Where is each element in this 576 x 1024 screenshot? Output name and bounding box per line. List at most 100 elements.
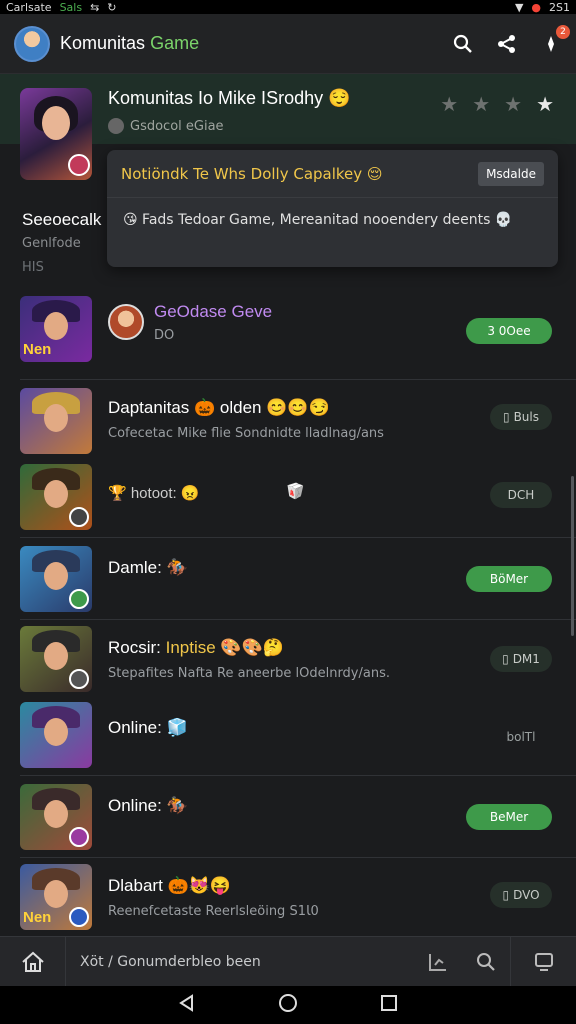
section-subtitle: Genlfode <box>22 236 81 251</box>
plus-icon <box>108 118 124 134</box>
row-title-main: GeOdase <box>154 302 227 321</box>
row-action-button[interactable]: DCH <box>490 482 552 508</box>
list-item[interactable]: Nen Dlabart 🎃😻😝 Reenefcetaste Reerlsleöi… <box>0 860 576 936</box>
sync-icon: ↻ <box>107 0 117 14</box>
row-action-label: DVO <box>513 888 540 902</box>
row-title: Daptanitas 🎃 olden 😊😊😏 <box>108 398 330 418</box>
row-title: Damle: 🏇 <box>108 558 188 577</box>
featured-subtitle: Gsdocol eGiae <box>108 118 224 134</box>
row-title: Online: 🏇 <box>108 796 188 815</box>
row-title-main: Rocsir: <box>108 638 166 657</box>
search-icon[interactable] <box>452 33 474 55</box>
featured-title: Komunitas Io Mike ISrodhy 😌 <box>108 88 351 108</box>
row-title: Dlabart 🎃😻😝 <box>108 876 232 895</box>
star-icon[interactable]: ★ <box>536 92 554 116</box>
system-nav-bar <box>0 986 576 1024</box>
composer-input[interactable]: Xöt / Gonumderbleo been <box>66 954 414 970</box>
game-thumbnail[interactable] <box>20 702 92 768</box>
clock-label: 2S1 <box>549 0 570 14</box>
page-title: Komunitas Game <box>60 33 199 54</box>
featured-game-art[interactable] <box>20 88 92 180</box>
carrier-label: Carlsate <box>6 0 52 14</box>
popup-title: Notiöndk Te Whs Dolly Capalkey 😌 <box>121 164 383 183</box>
list-item[interactable]: Online: 🧊 bolTl <box>0 698 576 774</box>
divider <box>20 537 576 538</box>
cast-icon[interactable] <box>510 936 576 987</box>
featured-subtitle-text: Gsdocol eGiae <box>130 118 224 134</box>
user-avatar[interactable] <box>108 304 144 340</box>
row-action-button[interactable]: ▯ DVO <box>490 882 552 908</box>
divider <box>20 379 576 380</box>
game-thumbnail[interactable]: Nen <box>20 296 92 362</box>
list-item[interactable]: Rocsir: Inptise 🎨🎨🤔 Stepafites Nafta Re … <box>0 622 576 698</box>
stats-icon[interactable] <box>414 937 462 987</box>
share-icon[interactable] <box>496 33 518 55</box>
wifi-icon: ⇆ <box>90 0 100 14</box>
row-title-suffix: Inptise 🎨🎨🤔 <box>165 638 284 657</box>
phone-icon: ▯ <box>502 888 510 902</box>
app-label: Sals <box>59 0 83 14</box>
bottom-bar: Xöt / Gonumderbleo been <box>0 936 576 987</box>
row-title: Rocsir: Inptise 🎨🎨🤔 <box>108 638 284 658</box>
star-icon[interactable]: ★ <box>440 92 458 116</box>
game-thumbnail[interactable]: Nen <box>20 864 92 930</box>
notification-popup[interactable]: Notiöndk Te Whs Dolly Capalkey 😌 Msdalde… <box>107 150 558 267</box>
phone-icon: ▯ <box>502 410 510 424</box>
row-title: GeOdase Geve <box>154 302 272 322</box>
game-thumbnail[interactable] <box>20 626 92 692</box>
divider <box>20 619 576 620</box>
star-icon[interactable]: ★ <box>504 92 522 116</box>
game-tag: Nen <box>23 341 52 358</box>
list-item[interactable]: Nen GeOdase Geve DO 3 0Oee <box>0 290 576 380</box>
avatar[interactable] <box>14 25 50 62</box>
row-action-button[interactable]: ▯ Buls <box>490 404 552 430</box>
recents-icon[interactable] <box>380 994 398 1016</box>
game-thumbnail[interactable] <box>20 388 92 454</box>
row-subtitle: Stepafites Nafta Re aneerbe lOdelnrdy/an… <box>108 666 390 681</box>
notification-icon[interactable]: 2 <box>540 24 570 55</box>
row-action-button[interactable]: ▯ DM1 <box>490 646 552 672</box>
search-icon[interactable] <box>462 937 510 987</box>
back-icon[interactable] <box>178 994 196 1016</box>
signal-icon: ▼ <box>514 0 524 14</box>
row-action-button[interactable]: BeMer <box>466 804 552 830</box>
title-accent: Game <box>150 33 200 53</box>
star-icon[interactable]: ★ <box>472 92 490 116</box>
title-text: Komunitas <box>60 33 146 53</box>
row-extra: 🥡 <box>286 482 305 500</box>
rating-stars[interactable]: ★ ★ ★ ★ <box>440 92 554 116</box>
game-thumbnail[interactable] <box>20 546 92 612</box>
list-item[interactable]: 🏆 hotoot: 😠 🥡 DCH <box>0 460 576 536</box>
section-caption: HIS <box>22 260 44 275</box>
popup-action-button[interactable]: Msdalde <box>478 161 544 186</box>
game-thumbnail[interactable] <box>20 784 92 850</box>
popup-body: 😘 Fads Tedoar Game, Mereanitad nooendery… <box>123 212 513 228</box>
row-title: 🏆 hotoot: 😠 <box>108 485 200 502</box>
list-item[interactable]: Online: 🏇 BeMer <box>0 778 576 856</box>
row-action-button[interactable]: BöMer <box>466 566 552 592</box>
row-subtitle: Cofecetac Mike flie Sondnidte lladlnag/a… <box>108 426 384 441</box>
row-title: Online: 🧊 <box>108 718 188 737</box>
home-icon[interactable] <box>0 936 66 987</box>
row-title-suffix: Geve <box>226 302 273 321</box>
game-thumbnail[interactable] <box>20 464 92 530</box>
row-action-label: DM1 <box>512 652 540 666</box>
row-subtitle: DO <box>154 328 175 343</box>
row-action-button[interactable]: bolTl <box>490 724 552 750</box>
phone-icon: ▯ <box>502 652 509 666</box>
row-title-main: Daptanitas <box>108 398 190 417</box>
divider <box>20 857 576 858</box>
section-title: Seeoecalk <box>22 210 102 229</box>
app-bar: Komunitas Game 2 <box>0 14 576 74</box>
list-item[interactable]: Daptanitas 🎃 olden 😊😊😏 Cofecetac Mike fl… <box>0 382 576 458</box>
row-action-label: Buls <box>513 410 540 424</box>
divider <box>20 775 576 776</box>
row-action-button[interactable]: 3 0Oee <box>466 318 552 344</box>
list-item[interactable]: Damle: 🏇 BöMer <box>0 540 576 618</box>
game-tag: Nen <box>23 909 52 926</box>
alert-icon: ● <box>531 0 542 14</box>
home-circle-icon[interactable] <box>278 993 298 1017</box>
scrollbar[interactable] <box>571 476 574 636</box>
status-bar: Carlsate Sals ⇆ ↻ ▼ ● 2S1 <box>0 0 576 14</box>
notification-badge: 2 <box>556 24 570 39</box>
